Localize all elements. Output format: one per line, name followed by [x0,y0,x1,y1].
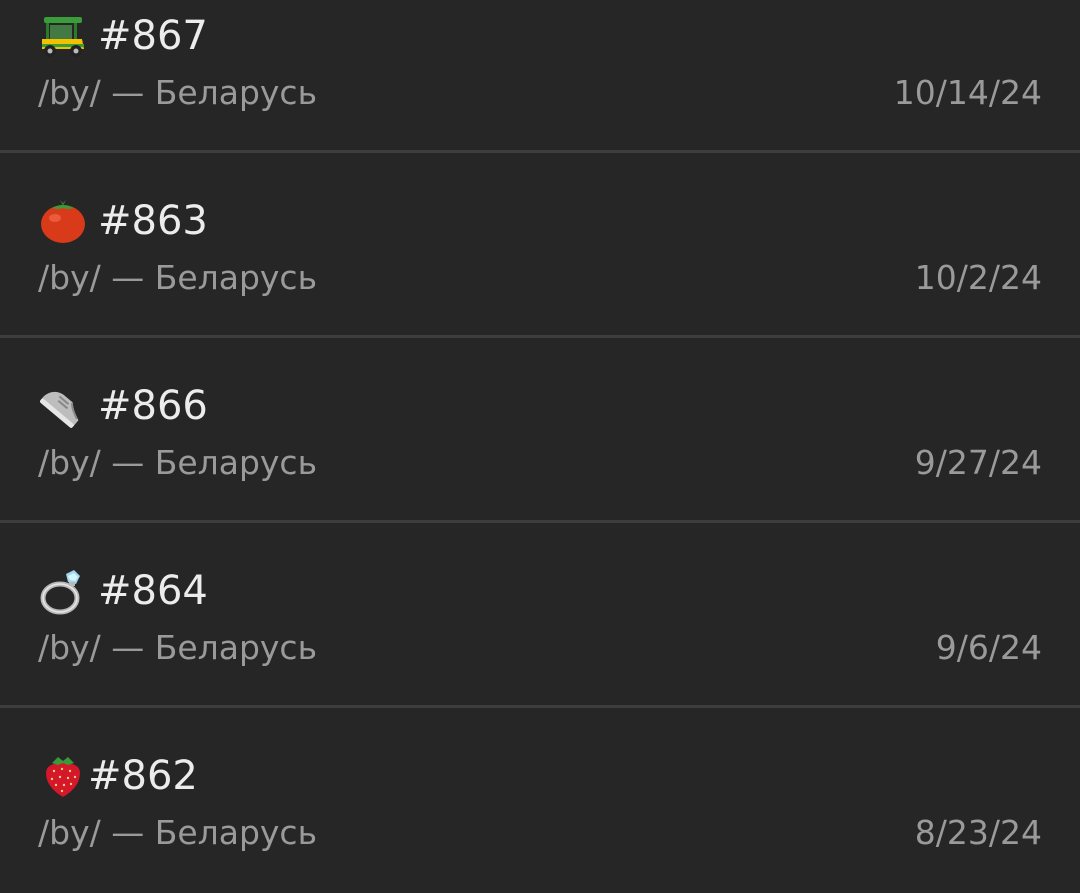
list-item[interactable]: #864 /by/ — Беларусь 9/6/24 [0,523,1080,708]
item-title-row: #866 [38,376,208,436]
item-subtitle: /by/ — Беларусь [38,258,318,297]
item-title: #867 [98,13,208,59]
item-subtitle: /by/ — Беларусь [38,813,318,852]
item-date: 8/23/24 [914,813,1042,852]
tomato-icon [38,196,88,246]
sneaker-icon [38,381,88,431]
item-title: #866 [98,383,208,429]
item-date: 10/14/24 [893,73,1042,112]
item-date: 9/6/24 [935,628,1042,667]
list-item[interactable]: #867 /by/ — Беларусь 10/14/24 [0,0,1080,153]
list-item[interactable]: #863 /by/ — Беларусь 10/2/24 [0,153,1080,338]
item-title: #862 [88,753,198,799]
auto-rickshaw-icon [38,11,88,61]
strawberry-icon [38,751,80,801]
item-title: #863 [98,198,208,244]
item-subtitle: /by/ — Беларусь [38,73,318,112]
item-title-row: #862 [38,746,198,806]
item-title: #864 [98,568,208,614]
ring-icon [38,566,88,616]
item-date: 9/27/24 [914,443,1042,482]
item-title-row: #867 [38,6,208,66]
item-date: 10/2/24 [914,258,1042,297]
list-item[interactable]: #866 /by/ — Беларусь 9/27/24 [0,338,1080,523]
list-item[interactable]: #862 /by/ — Беларусь 8/23/24 [0,708,1080,893]
item-subtitle: /by/ — Беларусь [38,443,318,482]
item-subtitle: /by/ — Беларусь [38,628,318,667]
item-title-row: #863 [38,191,208,251]
item-title-row: #864 [38,561,208,621]
